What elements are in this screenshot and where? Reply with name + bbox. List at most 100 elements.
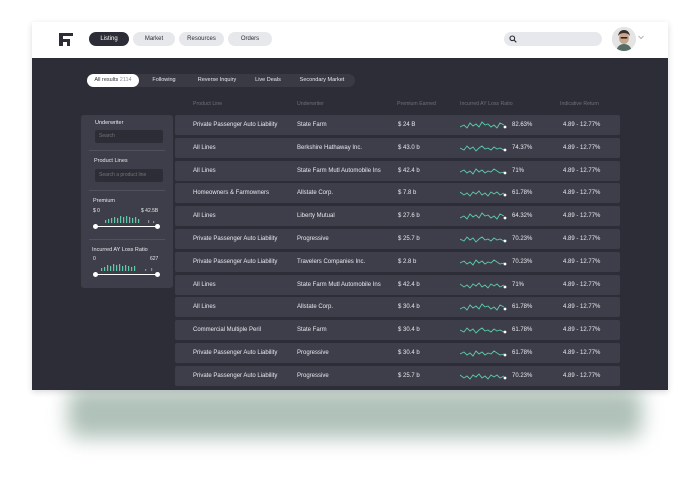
- chip-label: All results: [94, 77, 119, 83]
- table-row[interactable]: All Lines Liberty Mutual $ 27.6 b 64.32% 4.8…: [175, 206, 620, 227]
- loss-ratio-sparkline: [460, 303, 507, 312]
- indicative-return-cell: 4.89 - 12.77%: [563, 167, 601, 174]
- underwriter-cell: State Farm: [297, 122, 327, 128]
- table-row[interactable]: All Lines State Farm Mutl Automobile Ins $…: [175, 274, 620, 295]
- global-search-input[interactable]: [520, 32, 598, 46]
- loss-ratio-filter-label: Incurred AY Loss Ratio: [92, 247, 148, 253]
- result-filter-tabs: All results 2114 Following Reverse Inqui…: [87, 74, 355, 87]
- nav-tab-market[interactable]: Market: [133, 32, 175, 46]
- search-icon: [509, 35, 517, 43]
- app-logo-icon[interactable]: [58, 31, 74, 47]
- nav-tab-listing[interactable]: Listing: [89, 32, 129, 46]
- underwriter-cell: Allstate Corp.: [297, 304, 334, 311]
- chip-label: Secondary Market: [299, 77, 345, 83]
- divider: [89, 150, 165, 151]
- divider: [89, 190, 165, 191]
- filter-panel: Underwriter Product Lines Premium $ 0 $ …: [81, 115, 173, 288]
- loss-ratio-sparkline: [460, 327, 507, 334]
- table-row[interactable]: Private Passenger Auto Liability Progress…: [175, 229, 620, 249]
- chip-live-deals[interactable]: Live Deals: [247, 74, 289, 87]
- premium-cell: $ 42.4 b: [398, 167, 420, 174]
- top-navigation-bar: Listing Market Resources Orders: [32, 22, 668, 58]
- premium-cell: $ 24 B: [398, 122, 416, 128]
- indicative-return-cell: 4.89 - 12.77%: [563, 372, 601, 379]
- product-line-search-input[interactable]: [95, 169, 163, 182]
- loss-ratio-histogram: [101, 264, 153, 271]
- chip-count: 2114: [119, 77, 132, 83]
- loss-ratio-value: 70.23%: [512, 236, 533, 242]
- loss-ratio-max-handle[interactable]: [155, 272, 160, 277]
- underwriter-cell: Berkshire Hathaway Inc.: [297, 144, 363, 151]
- premium-histogram: [105, 216, 155, 223]
- avatar-photo: [612, 27, 636, 51]
- indicative-return-cell: 4.89 - 12.77%: [563, 190, 601, 197]
- underwriter-filter-label: Underwriter: [95, 120, 124, 126]
- chip-reverse-inquiry[interactable]: Reverse Inquiry: [189, 74, 245, 87]
- indicative-return-cell: 4.89 - 12.77%: [563, 304, 601, 311]
- chip-all-results[interactable]: All results 2114: [87, 74, 139, 87]
- indicative-return-cell: 4.89 - 12.77%: [563, 122, 601, 128]
- premium-cell: $ 25.7 b: [398, 236, 420, 242]
- premium-cell: $ 30.4 b: [398, 350, 420, 356]
- underwriter-cell: Allstate Corp.: [297, 190, 334, 197]
- column-header-premium-earned[interactable]: Premium Earned: [397, 101, 436, 107]
- column-header-underwriter[interactable]: Underwriter: [297, 101, 324, 107]
- loss-ratio-value: 64.32%: [512, 213, 533, 220]
- loss-ratio-min-handle[interactable]: [93, 272, 98, 277]
- table-row[interactable]: Homeowners & Farmowners Allstate Corp. $ 7…: [175, 183, 620, 204]
- table-row[interactable]: Commercial Multiple Peril State Farm $ 30.…: [175, 320, 620, 341]
- nav-tab-resources[interactable]: Resources: [179, 32, 224, 46]
- underwriter-cell: State Farm Mutl Automobile Ins: [297, 281, 381, 288]
- chevron-down-icon[interactable]: [638, 35, 644, 40]
- loss-ratio-min-value: 0: [93, 256, 96, 262]
- chip-following[interactable]: Following: [143, 74, 185, 87]
- loss-ratio-value: 74.37%: [512, 144, 533, 151]
- screen-shadow: [68, 388, 642, 438]
- nav-tab-orders[interactable]: Orders: [228, 32, 272, 46]
- table-row[interactable]: All Lines Allstate Corp. $ 30.4 b 61.78% 4.8…: [175, 297, 620, 318]
- loss-ratio-sparkline: [460, 281, 507, 289]
- premium-range-slider[interactable]: [95, 226, 157, 227]
- loss-ratio-range-slider[interactable]: [95, 274, 157, 275]
- product-line-cell: Private Passenger Auto Liability: [193, 372, 278, 379]
- user-avatar[interactable]: [612, 27, 636, 51]
- indicative-return-cell: 4.89 - 12.77%: [563, 144, 601, 151]
- premium-min-handle[interactable]: [93, 224, 98, 229]
- column-header-loss-ratio[interactable]: Incurred AY Loss Ratio: [460, 101, 513, 107]
- underwriter-search-input[interactable]: [95, 130, 163, 143]
- premium-cell: $ 25.7 b: [398, 372, 420, 379]
- loss-ratio-value: 82.63%: [512, 122, 533, 128]
- underwriter-cell: Progressive: [297, 372, 329, 379]
- premium-max-value: $ 42.5B: [141, 208, 159, 214]
- column-header-product-line[interactable]: Product Line: [193, 101, 222, 107]
- chip-label: Live Deals: [255, 77, 281, 83]
- product-line-cell: All Lines: [193, 144, 216, 151]
- chip-secondary-market[interactable]: Secondary Market: [291, 74, 353, 87]
- loss-ratio-sparkline: [460, 350, 507, 357]
- loss-ratio-sparkline: [460, 167, 507, 175]
- premium-filter-label: Premium: [93, 198, 116, 204]
- loss-ratio-sparkline: [460, 212, 507, 220]
- indicative-return-cell: 4.89 - 12.77%: [563, 213, 601, 220]
- product-line-cell: All Lines: [193, 213, 216, 220]
- table-row[interactable]: All Lines State Farm Mutl Automobile Ins $…: [175, 160, 620, 181]
- table-row[interactable]: Private Passenger Auto Liability Progress…: [175, 343, 620, 363]
- premium-cell: $ 42.4 b: [398, 281, 420, 288]
- app-window: Listing Market Resources Orders All resu…: [32, 22, 668, 390]
- product-line-cell: Private Passenger Auto Liability: [193, 258, 278, 265]
- premium-max-handle[interactable]: [155, 224, 160, 229]
- global-search: [504, 32, 602, 46]
- table-row[interactable]: All Lines Berkshire Hathaway Inc. $ 43.0 b…: [175, 137, 620, 158]
- underwriter-cell: Travelers Companies Inc.: [297, 258, 366, 265]
- loss-ratio-sparkline: [460, 259, 507, 266]
- loss-ratio-sparkline: [460, 121, 507, 129]
- table-row[interactable]: Private Passenger Auto Liability Progress…: [175, 365, 620, 386]
- product-line-cell: All Lines: [193, 281, 216, 288]
- product-line-cell: Homeowners & Farmowners: [193, 190, 270, 197]
- product-line-cell: All Lines: [193, 304, 216, 311]
- premium-cell: $ 30.4 b: [398, 304, 420, 311]
- table-row[interactable]: Private Passenger Auto Liability State Fa…: [175, 115, 620, 135]
- column-header-indicative-return[interactable]: Indicative Return: [560, 101, 599, 107]
- table-row[interactable]: Private Passenger Auto Liability Traveler…: [175, 251, 620, 272]
- loss-ratio-max-value: 627: [150, 256, 159, 262]
